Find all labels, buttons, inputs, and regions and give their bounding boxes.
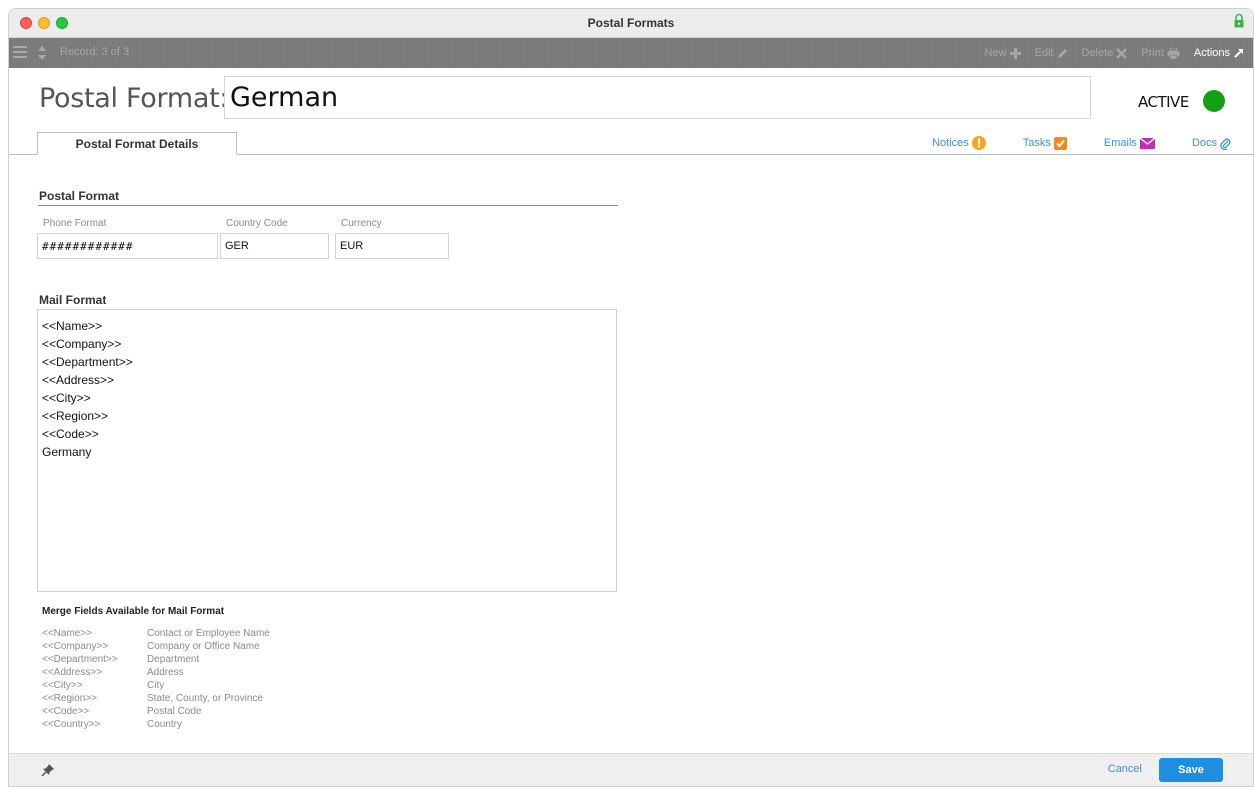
- merge-field-desc: Company or Office Name: [147, 641, 260, 652]
- docs-link[interactable]: Docs: [1192, 137, 1231, 150]
- delete-label: Delete: [1081, 47, 1114, 59]
- merge-field-key: <<Name>>: [42, 628, 93, 639]
- tasks-link[interactable]: Tasks: [1022, 136, 1067, 150]
- mail-format-line: Germany: [42, 445, 92, 459]
- country-code-label: Country Code: [226, 218, 288, 229]
- print-label: Print: [1141, 47, 1164, 59]
- merge-fields-title: Merge Fields Available for Mail Format: [42, 606, 225, 617]
- notices-label: Notices: [932, 137, 969, 149]
- merge-field-desc: Country: [147, 719, 183, 730]
- postal-format-divider: [38, 205, 618, 206]
- paperclip-icon: [1220, 137, 1231, 150]
- currency-label: Currency: [341, 218, 382, 229]
- record-type-label: Postal Format:: [39, 83, 229, 114]
- merge-field-row: <<Region>> State, County, or Province: [42, 692, 270, 705]
- postal-format-name-input[interactable]: German: [224, 76, 1091, 119]
- postal-format-section-title: Postal Format: [39, 189, 120, 203]
- docs-label: Docs: [1191, 137, 1217, 149]
- merge-field-desc: Postal Code: [147, 706, 202, 717]
- related-links: Notices Tasks Emails Docs: [895, 136, 1231, 150]
- emails-link[interactable]: Emails: [1104, 137, 1155, 149]
- menu-icon[interactable]: [13, 46, 27, 60]
- mail-format-line: <<Code>>: [42, 427, 99, 441]
- merge-field-row: <<Company>> Company or Office Name: [42, 640, 270, 653]
- merge-field-key: <<Address>>: [42, 667, 103, 678]
- merge-field-row: <<Address>> Address: [42, 666, 270, 679]
- envelope-icon: [1139, 137, 1155, 149]
- window-title: Postal Formats: [587, 16, 675, 30]
- merge-field-row: <<Department>> Department: [42, 653, 270, 666]
- delete-button[interactable]: Delete: [1082, 47, 1128, 59]
- merge-field-key: <<Department>>: [42, 654, 118, 665]
- edit-button[interactable]: Edit: [1035, 47, 1068, 59]
- merge-field-row: <<Code>> Postal Code: [42, 705, 270, 718]
- edit-label: Edit: [1034, 47, 1054, 59]
- printer-icon: [1167, 47, 1180, 59]
- merge-field-row: <<Name>> Contact or Employee Name: [42, 627, 270, 640]
- actions-button[interactable]: Actions: [1194, 47, 1245, 59]
- cancel-button[interactable]: Cancel: [1108, 763, 1142, 775]
- currency-input[interactable]: EUR: [335, 233, 449, 259]
- mail-format-line: <<Department>>: [42, 355, 133, 369]
- merge-field-desc: City: [147, 680, 165, 691]
- mail-format-section-title: Mail Format: [39, 293, 107, 307]
- merge-field-key: <<Company>>: [42, 641, 109, 652]
- merge-fields-list: <<Name>> Contact or Employee Name <<Comp…: [42, 627, 270, 731]
- tasks-label: Tasks: [1022, 137, 1051, 149]
- merge-field-row: <<City>> City: [42, 679, 270, 692]
- emails-label: Emails: [1103, 137, 1137, 149]
- phone-format-input[interactable]: ############: [37, 233, 218, 259]
- print-button[interactable]: Print: [1141, 47, 1180, 59]
- mail-format-line: <<Name>>: [42, 319, 103, 333]
- merge-field-desc: Department: [147, 654, 200, 665]
- mail-format-line: <<Region>>: [42, 409, 109, 423]
- lock-icon[interactable]: [1233, 13, 1247, 31]
- x-icon: [1116, 47, 1128, 59]
- arrow-out-icon: [1233, 47, 1245, 59]
- app-window: Postal Formats Record: 3 of 3 New Edit D…: [8, 8, 1254, 787]
- record-toolbar: Record: 3 of 3 New Edit Delete Print Act…: [9, 38, 1253, 68]
- merge-field-key: <<Country>>: [42, 719, 101, 730]
- exclamation-icon: [971, 136, 986, 150]
- merge-field-desc: Contact or Employee Name: [147, 628, 270, 639]
- toolbar-actions: New Edit Delete Print Actions: [971, 38, 1245, 68]
- merge-field-desc: Address: [147, 667, 184, 678]
- merge-field-key: <<Region>>: [42, 693, 98, 704]
- status-label: ACTIVE: [1138, 93, 1189, 111]
- mail-format-line: <<City>>: [42, 391, 91, 405]
- footer-bar: Cancel Save: [9, 753, 1253, 786]
- checkbox-icon: [1053, 136, 1067, 150]
- mail-format-line: <<Address>>: [42, 373, 115, 387]
- merge-field-desc: State, County, or Province: [147, 693, 263, 704]
- country-code-input[interactable]: GER: [220, 233, 329, 259]
- save-button[interactable]: Save: [1159, 758, 1223, 782]
- tab-postal-format-details[interactable]: Postal Format Details: [37, 132, 237, 155]
- title-bar: Postal Formats: [9, 9, 1253, 38]
- mail-format-textarea[interactable]: <<Name>> <<Company>> <<Department>> <<Ad…: [37, 309, 617, 592]
- record-stepper-icon[interactable]: [37, 44, 47, 62]
- pencil-icon: [1057, 48, 1068, 59]
- new-button[interactable]: New: [985, 47, 1021, 59]
- merge-field-key: <<City>>: [42, 680, 83, 691]
- new-label: New: [984, 47, 1007, 59]
- phone-format-label: Phone Format: [43, 218, 107, 229]
- notices-link[interactable]: Notices: [932, 136, 986, 150]
- status-indicator[interactable]: [1203, 90, 1225, 112]
- merge-field-row: <<Country>> Country: [42, 718, 270, 731]
- actions-label: Actions: [1193, 47, 1230, 59]
- record-counter: Record: 3 of 3: [60, 46, 130, 58]
- pin-icon[interactable]: [41, 763, 55, 777]
- plus-icon: [1009, 47, 1021, 59]
- mail-format-line: <<Company>>: [42, 337, 122, 351]
- merge-field-key: <<Code>>: [42, 706, 90, 717]
